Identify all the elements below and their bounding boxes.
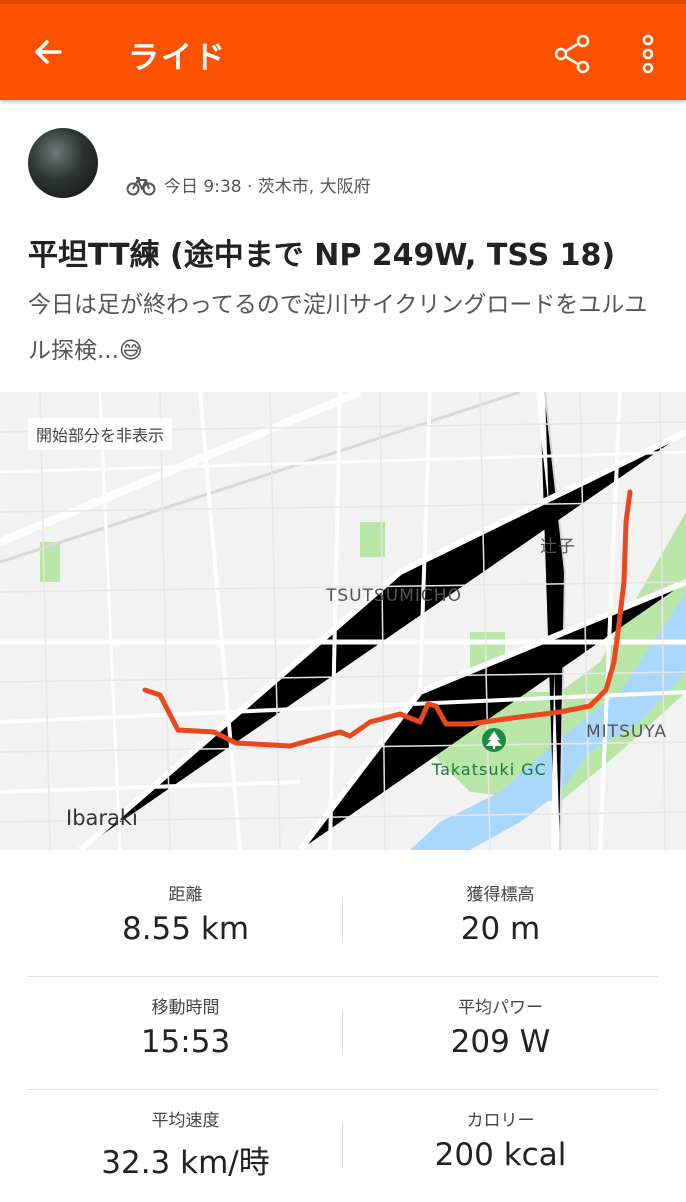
activity-time-location: 今日 9:38 · 茨木市, 大阪府	[164, 177, 371, 197]
stat-moving-time: 移動時間 15:53	[28, 977, 343, 1060]
stat-label: 距離	[168, 885, 203, 905]
activity-meta: 今日 9:38 · 茨木市, 大阪府	[126, 172, 371, 197]
map-label-tsutsumicho: TSUTSUMICHO	[326, 586, 462, 606]
stat-row: 移動時間 15:53 平均パワー 209 W	[28, 977, 658, 1090]
stat-avg-power: 平均パワー 209 W	[343, 977, 658, 1060]
stat-elevation: 獲得標高 20 m	[343, 864, 658, 947]
stat-label: 平均パワー	[458, 998, 543, 1018]
stat-value: 8.55 km	[121, 911, 250, 947]
map-label-tsujiko: 辻子	[540, 537, 576, 557]
route-map[interactable]: 開始部分を非表示 辻子 TSUTSUMICHO MITSUYA Takatsuk…	[0, 392, 686, 850]
stat-label: 平均速度	[151, 1111, 220, 1131]
stat-value: 209 W	[450, 1024, 551, 1060]
stats-grid: 距離 8.55 km 獲得標高 20 m 移動時間 15:53 平均パワー 20…	[28, 864, 658, 1202]
more-vert-icon[interactable]	[632, 32, 664, 76]
map-label-ibaraki: Ibaraki	[66, 806, 138, 830]
map-canvas	[0, 392, 686, 850]
hide-start-button[interactable]: 開始部分を非表示	[28, 418, 173, 450]
stat-row: 平均速度 32.3 km/時 カロリー 200 kcal	[28, 1090, 658, 1202]
stat-calories: カロリー 200 kcal	[343, 1090, 658, 1173]
stat-value: 20 m	[460, 911, 541, 947]
map-label-mitsuya: MITSUYA	[586, 722, 667, 742]
golf-course-icon	[482, 728, 506, 752]
stat-label: 移動時間	[151, 998, 220, 1018]
stat-value: 15:53	[140, 1024, 231, 1060]
avatar[interactable]	[28, 128, 98, 198]
bike-icon	[126, 176, 156, 195]
stat-distance: 距離 8.55 km	[28, 864, 343, 947]
arrow-left-icon[interactable]	[26, 30, 70, 74]
map-label-takatsuki-gc: Takatsuki GC	[432, 760, 547, 779]
page-title: ライド	[128, 40, 227, 76]
app-bar: ライド	[0, 0, 686, 100]
share-icon[interactable]	[550, 32, 594, 76]
stat-avg-speed: 平均速度 32.3 km/時	[28, 1090, 343, 1182]
stat-row: 距離 8.55 km 獲得標高 20 m	[28, 864, 658, 977]
stat-label: 獲得標高	[466, 885, 535, 905]
activity-title: 平坦TT練 (途中まで NP 249W, TSS 18)	[28, 238, 616, 273]
stat-value: 32.3 km/時	[101, 1145, 270, 1181]
activity-description: 今日は足が終わってるので淀川サイクリングロードをユルユル探検...😅	[28, 292, 648, 364]
stat-label: カロリー	[466, 1111, 535, 1131]
stat-value: 200 kcal	[434, 1137, 567, 1173]
